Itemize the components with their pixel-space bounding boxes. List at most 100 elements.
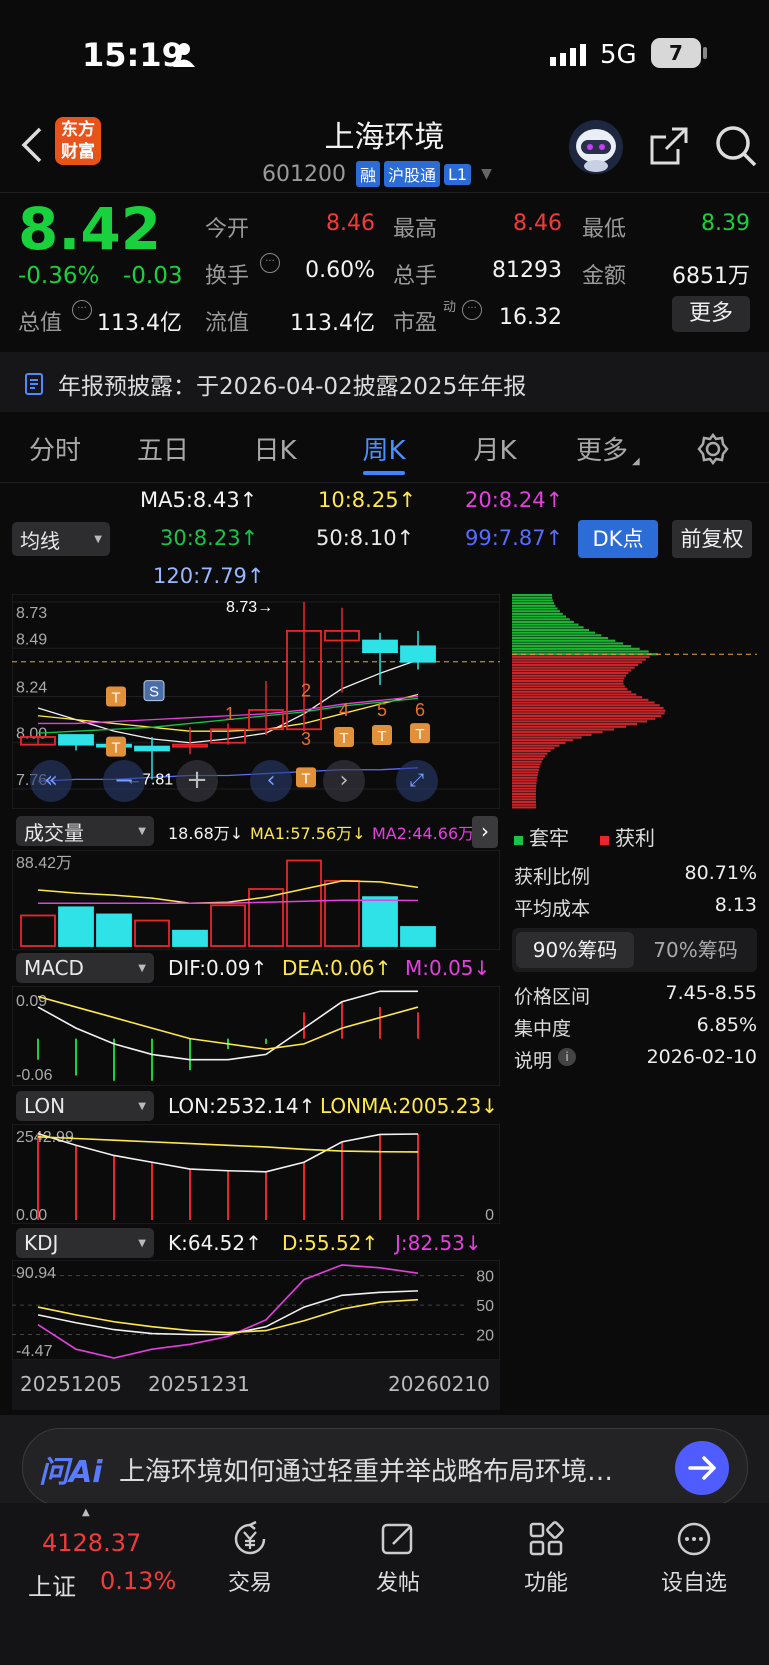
- signal-marker: 1: [225, 704, 235, 724]
- chip-bar: [512, 795, 536, 798]
- chip-bar: [512, 739, 573, 742]
- y-tick-label: 0: [485, 1207, 494, 1224]
- tab-more[interactable]: 更多: [567, 430, 637, 467]
- chip-bar: [512, 771, 539, 774]
- value-amount: 6851万: [672, 264, 750, 289]
- info-icon[interactable]: ···: [462, 300, 482, 320]
- volume-bar: [58, 906, 94, 947]
- chip-bar: [512, 639, 616, 642]
- chip-bar: [512, 680, 624, 683]
- volume-ma1: MA1:57.56万↓: [250, 824, 366, 843]
- chip-bar: [512, 610, 560, 613]
- value-pe: 16.32: [499, 305, 562, 330]
- ma120-value: 120:7.79↑: [153, 564, 265, 588]
- zoom-out-icon[interactable]: −: [103, 760, 145, 802]
- network-label: 5G: [600, 40, 637, 70]
- dk-point-button[interactable]: DK点: [578, 520, 658, 558]
- robot-avatar-button[interactable]: [567, 118, 625, 176]
- chip-bar: [512, 607, 558, 610]
- date-tick: 20251205: [20, 1372, 122, 1396]
- chip-bar: [512, 768, 539, 771]
- y-tick-label: 90.94: [16, 1265, 56, 1282]
- share-button[interactable]: [648, 125, 690, 171]
- ma-selector[interactable]: 均线 ▼: [12, 522, 110, 556]
- nav-trade[interactable]: 交易: [210, 1519, 290, 1599]
- chip-bar: [512, 599, 553, 602]
- chip-bar: [512, 696, 643, 699]
- adjust-button[interactable]: 前复权: [672, 520, 752, 558]
- kdj-d: D:55.52↑: [282, 1231, 379, 1255]
- chip-bar: [512, 628, 590, 632]
- zoom-in-icon[interactable]: +: [176, 760, 218, 802]
- tab-weekly[interactable]: 周K: [349, 430, 419, 467]
- note-info-icon[interactable]: i: [558, 1048, 576, 1066]
- index-up-caret-icon: ▲: [82, 1507, 90, 1518]
- macd-dea: DEA:0.06↑: [282, 956, 392, 980]
- ai-send-button[interactable]: [675, 1441, 729, 1495]
- fullscreen-icon[interactable]: ⤢: [396, 760, 438, 802]
- lon-value: LON:2532.14↑: [168, 1094, 316, 1118]
- info-icon[interactable]: ···: [72, 300, 92, 320]
- y-tick-label: -0.06: [16, 1067, 53, 1084]
- label-high: 最高: [393, 217, 438, 242]
- info-icon[interactable]: ···: [260, 253, 280, 273]
- last-price: 8.42: [18, 195, 162, 263]
- label-low: 最低: [582, 217, 627, 242]
- signal-marker: T: [339, 730, 348, 747]
- candle-body: [400, 645, 436, 663]
- ai-ask-bar[interactable]: 问Ai 上海环境如何通过轻重并举战略布局环境…: [22, 1428, 748, 1506]
- ma5-value: MA5:8.43↑: [140, 488, 258, 512]
- index-change[interactable]: 0.13%: [100, 1567, 176, 1595]
- volume-bar: [96, 913, 132, 947]
- nav-add-watchlist[interactable]: 设自选: [654, 1519, 734, 1599]
- chip-bar: [512, 717, 656, 720]
- price-range-value: 7.45-8.55: [665, 982, 757, 1004]
- volume-selector[interactable]: 成交量 ▼: [16, 816, 154, 846]
- index-value[interactable]: 4128.37: [42, 1529, 141, 1557]
- ai-brand: 问Ai: [39, 1455, 103, 1490]
- chip-bar: [512, 594, 552, 597]
- tab-five-day[interactable]: 五日: [128, 430, 198, 467]
- y-tick-label: -4.47: [16, 1343, 53, 1360]
- settings-gear-icon[interactable]: [696, 432, 730, 466]
- kdj-chart: 80 50 20 90.94 -4.47: [12, 1260, 500, 1360]
- rewind-icon[interactable]: «: [30, 760, 72, 802]
- value-float-cap: 113.4亿: [290, 311, 375, 336]
- macd-selector[interactable]: MACD ▼: [16, 953, 154, 983]
- profit-ratio-value: 80.71%: [684, 862, 757, 884]
- step-back-icon[interactable]: ‹: [250, 760, 292, 802]
- chip-distribution-chart: [512, 594, 757, 809]
- avg-cost-value: 8.13: [714, 894, 757, 916]
- value-volume: 81293: [492, 258, 562, 283]
- badge-connect: 沪股通: [384, 161, 441, 187]
- tab-daily[interactable]: 日K: [240, 430, 310, 467]
- kline-nav-controls: « − + ‹ › ⤢: [30, 760, 450, 802]
- value-open: 8.46: [326, 211, 375, 236]
- search-button[interactable]: [714, 124, 758, 172]
- stock-code-row[interactable]: 601200 融 沪股通 L1 ▼: [262, 160, 492, 188]
- chip-bar: [512, 623, 579, 626]
- chip-bar: [512, 714, 662, 718]
- signal-icon: [550, 44, 586, 66]
- notice-bar[interactable]: 年报预披露：于2026-04-02披露2025年年报: [0, 352, 769, 412]
- kdj-selector[interactable]: KDJ ▼: [16, 1228, 154, 1258]
- tab-intraday[interactable]: 分时: [20, 430, 90, 467]
- dropdown-caret-icon: ▼: [138, 825, 146, 837]
- grid-apps-icon: [529, 1521, 564, 1556]
- more-button[interactable]: 更多: [672, 296, 750, 332]
- date-tick: 20251231: [148, 1372, 250, 1396]
- tab-monthly[interactable]: 月K: [460, 430, 530, 467]
- tab-chips-90[interactable]: 90%筹码: [516, 932, 634, 968]
- step-forward-icon[interactable]: ›: [323, 760, 365, 802]
- lonma-value: LONMA:2005.23↓: [320, 1094, 498, 1118]
- date-axis: 20251205 20251231 20260210: [12, 1360, 500, 1410]
- tab-chips-70[interactable]: 70%筹码: [638, 932, 753, 968]
- signal-marker: 6: [415, 700, 425, 720]
- index-name[interactable]: 上证: [28, 1567, 76, 1602]
- nav-functions[interactable]: 功能: [506, 1519, 586, 1599]
- lon-selector[interactable]: LON ▼: [16, 1091, 154, 1121]
- volume-expand-button[interactable]: ›: [472, 816, 498, 848]
- y-tick-label: 20: [476, 1328, 494, 1345]
- chip-bar: [512, 688, 628, 691]
- nav-post[interactable]: 发帖: [358, 1519, 438, 1599]
